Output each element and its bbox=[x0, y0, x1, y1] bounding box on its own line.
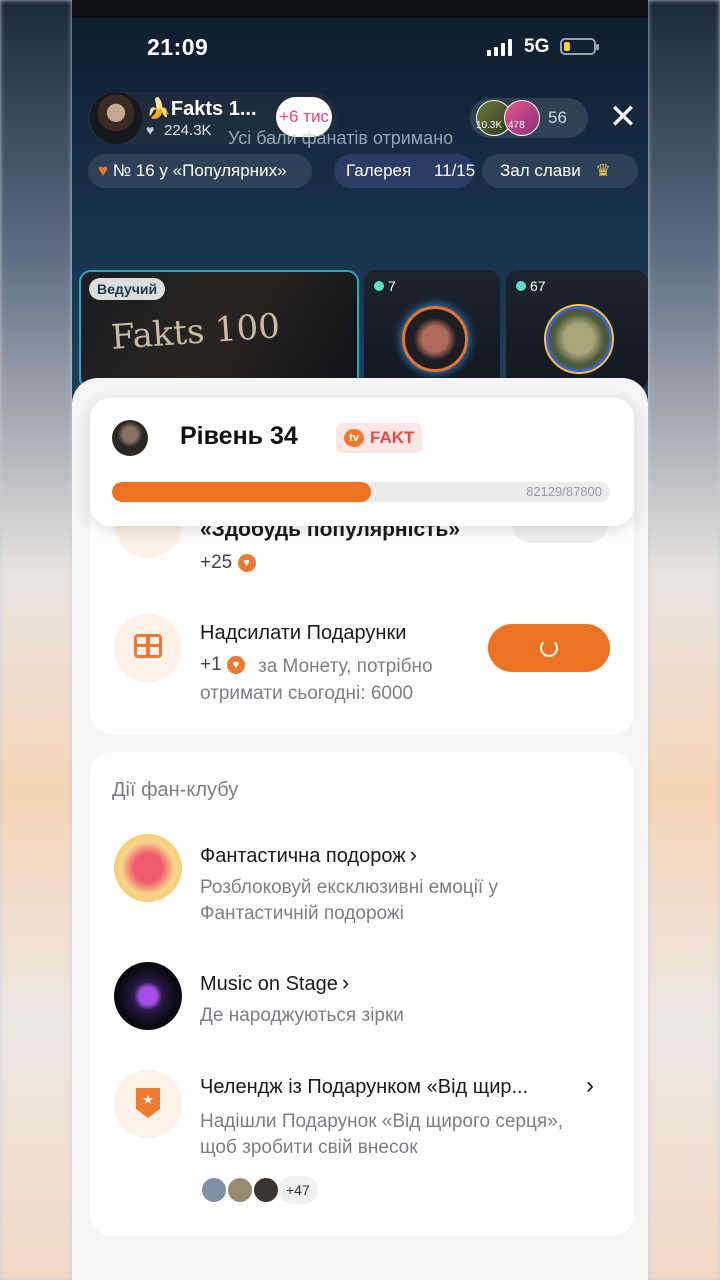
fan-action-title[interactable]: Фантастична подорож › bbox=[200, 842, 417, 868]
gem-icon bbox=[516, 281, 526, 291]
chevron-right-icon: › bbox=[409, 842, 417, 867]
host-video-tile[interactable]: Ведучий Fakts 100 bbox=[79, 270, 359, 390]
fan-action-desc: Фантастичній подорожі bbox=[200, 903, 404, 924]
banana-icon: 🍌 bbox=[146, 98, 171, 120]
participants-more: +47 bbox=[278, 1176, 318, 1204]
guest-score: 67 bbox=[516, 278, 546, 294]
host-name: 🍌Fakts 1... bbox=[146, 98, 257, 120]
status-time: 21:09 bbox=[147, 34, 209, 60]
network-label: 5G bbox=[524, 36, 550, 57]
music-on-stage-icon[interactable] bbox=[114, 962, 182, 1030]
host-tag: Ведучий bbox=[89, 278, 166, 300]
user-avatar bbox=[112, 420, 148, 456]
tv-icon: tv bbox=[344, 429, 364, 447]
gallery-label: Галерея bbox=[346, 161, 412, 180]
host-avatar[interactable] bbox=[90, 92, 142, 144]
loading-icon bbox=[540, 639, 558, 657]
fan-action-desc: Розблоковуй ексклюзивні емоції у bbox=[200, 877, 498, 898]
fan-badge-label: FAKT bbox=[370, 428, 415, 447]
chevron-right-icon: › bbox=[341, 970, 350, 995]
fan-actions-title: Дії фан-клубу bbox=[112, 779, 239, 801]
send-gifts-button[interactable] bbox=[488, 624, 610, 672]
level-card: Рівень 34 tv FAKT 82129/87800 bbox=[90, 398, 634, 526]
popular-rank-label: № 16 у «Популярних» bbox=[112, 161, 287, 180]
challenge-icon[interactable]: ★ bbox=[114, 1070, 182, 1138]
guest-avatar[interactable] bbox=[544, 304, 614, 374]
gem-icon bbox=[374, 281, 384, 291]
hall-of-fame-chip[interactable]: Зал слави ♛ bbox=[482, 154, 638, 188]
shield-icon: ★ bbox=[136, 1088, 160, 1118]
participant-avatar bbox=[252, 1176, 280, 1204]
backdrop-left bbox=[0, 0, 72, 1280]
fan-action-desc: Надішли Подарунок «Від щирого серця», bbox=[200, 1111, 563, 1132]
participant-avatar bbox=[200, 1176, 228, 1204]
gallery-count: 11/15 bbox=[433, 161, 476, 180]
fan-action-title[interactable]: Music on Stage › bbox=[200, 970, 349, 996]
level-progress-fill bbox=[112, 482, 371, 502]
hall-of-fame-label: Зал слави bbox=[500, 161, 581, 180]
task-desc: отримати сьогодні: 6000 bbox=[200, 683, 414, 704]
task-reward: +25 ♥ bbox=[200, 552, 256, 574]
fan-action-title[interactable]: Челендж із Подарунком «Від щир... bbox=[200, 1076, 600, 1099]
top-bar bbox=[72, 0, 648, 18]
level-progress-bar: 82129/87800 bbox=[112, 482, 610, 502]
signal-icon bbox=[487, 38, 512, 56]
participant-avatar bbox=[226, 1176, 254, 1204]
neon-sign: Fakts 100 bbox=[109, 306, 282, 358]
close-icon[interactable]: ✕ bbox=[608, 100, 638, 134]
chevron-right-icon[interactable]: › bbox=[586, 1072, 594, 1100]
heart-icon: ♥ bbox=[98, 161, 109, 180]
host-likes: 224.3K bbox=[164, 122, 212, 139]
level-title: Рівень 34 bbox=[180, 422, 298, 450]
coin-icon: ♥ bbox=[237, 553, 256, 572]
viewer-count: 56 bbox=[548, 108, 567, 127]
task-desc: за Монету, потрібно bbox=[258, 656, 433, 677]
task-title: Надсилати Подарунки bbox=[200, 622, 407, 644]
guest-avatar[interactable] bbox=[402, 306, 468, 372]
viewers-pill[interactable]: 10.3K 478 56 bbox=[470, 98, 588, 138]
task-reward: +1 ♥ bbox=[200, 654, 245, 676]
guest-tile[interactable]: 7 bbox=[364, 270, 500, 390]
fan-action-desc: Де народжуються зірки bbox=[200, 1005, 404, 1026]
guest-tile[interactable]: 67 bbox=[506, 270, 648, 390]
fantastic-trip-icon[interactable] bbox=[114, 834, 182, 902]
gift-icon bbox=[114, 614, 182, 682]
battery-icon bbox=[560, 38, 599, 55]
backdrop-right bbox=[648, 0, 720, 1280]
viewer-score: 10.3K bbox=[476, 120, 503, 131]
viewer-score: 478 bbox=[508, 120, 525, 131]
toast-message: Усі бали фанатів отримано bbox=[228, 128, 454, 148]
coin-icon: ♥ bbox=[226, 655, 245, 674]
heart-icon: ♥ bbox=[146, 122, 155, 138]
fan-action-desc: щоб зробити свій внесок bbox=[200, 1137, 418, 1158]
popular-rank-chip[interactable]: ♥ № 16 у «Популярних» bbox=[88, 154, 312, 188]
gallery-chip[interactable]: Галерея 11/15 bbox=[334, 154, 476, 188]
guest-score: 7 bbox=[374, 278, 396, 294]
level-progress-text: 82129/87800 bbox=[526, 484, 602, 499]
status-bar: 21:09 5G bbox=[72, 34, 648, 64]
crown-icon: ♛ bbox=[595, 161, 611, 180]
phone-screen: 21:09 5G 🍌Fakts 1... ♥ 224.3K +6 тис Усі… bbox=[72, 0, 648, 1280]
fan-badge: tv FAKT bbox=[336, 423, 423, 453]
